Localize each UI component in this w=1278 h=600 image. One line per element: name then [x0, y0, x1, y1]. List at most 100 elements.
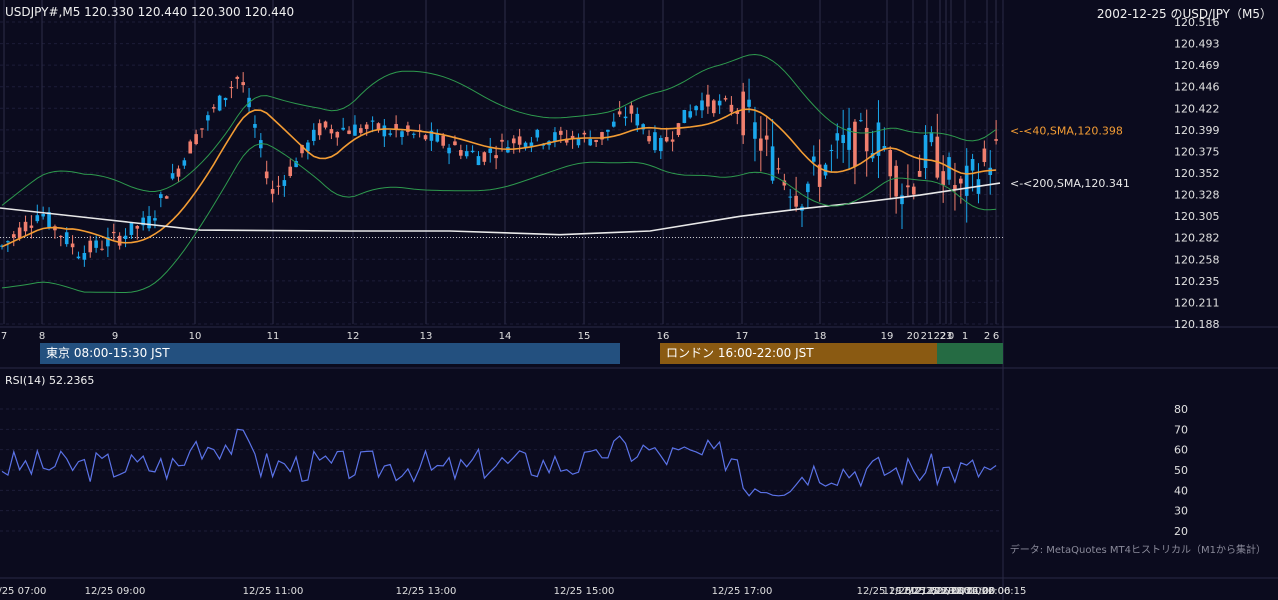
- bear-candle: [759, 138, 763, 151]
- bull-candle: [929, 132, 934, 143]
- price-tick-label: 120.188: [1174, 318, 1220, 331]
- bear-candle: [229, 86, 234, 89]
- bear-candle: [453, 141, 457, 146]
- time-tick-label: 2: [984, 331, 990, 342]
- bear-candle: [935, 136, 940, 178]
- bear-candle: [494, 155, 498, 159]
- time-tick-label: 13: [420, 331, 433, 342]
- bull-candle: [659, 138, 663, 152]
- bear-candle: [164, 196, 169, 199]
- bull-candle: [529, 142, 534, 147]
- bull-candle: [829, 149, 834, 151]
- bull-candle: [553, 132, 557, 142]
- bull-candle: [206, 115, 210, 121]
- bear-candle: [629, 105, 634, 114]
- bull-candle: [147, 215, 151, 229]
- bear-candle: [364, 124, 369, 129]
- bull-candle: [94, 240, 98, 248]
- bear-candle: [200, 128, 204, 130]
- bull-candle: [435, 133, 440, 142]
- bull-candle: [970, 159, 975, 171]
- rsi-tick-label: 40: [1174, 484, 1188, 497]
- price-tick-label: 120.446: [1174, 81, 1220, 94]
- time-tick-label: 1: [962, 331, 968, 342]
- bear-candle: [17, 227, 22, 239]
- price-tick-label: 120.352: [1174, 167, 1220, 180]
- bull-candle: [464, 151, 469, 157]
- rsi-time-tick-label: 12/25 09:00: [85, 586, 146, 597]
- time-tick-label: 15: [578, 331, 591, 342]
- bull-candle: [411, 133, 416, 135]
- bear-candle: [894, 165, 898, 197]
- time-tick-label: 14: [499, 331, 512, 342]
- bull-candle: [788, 196, 793, 198]
- bear-candle: [729, 104, 734, 112]
- bear-candle: [111, 231, 116, 234]
- bear-candle: [188, 141, 193, 154]
- bull-candle: [747, 99, 751, 107]
- bear-candle: [194, 134, 198, 145]
- bull-candle: [217, 95, 222, 111]
- bear-candle: [511, 138, 516, 144]
- bull-candle: [717, 100, 722, 106]
- bear-candle: [917, 170, 922, 177]
- bull-candle: [41, 214, 45, 217]
- bull-candle: [835, 133, 840, 141]
- symbol-info: USDJPY#,M5 120.330 120.440 120.300 120.4…: [5, 5, 295, 19]
- bear-candle: [359, 128, 363, 133]
- bull-candle: [388, 133, 393, 135]
- bear-candle: [647, 135, 651, 142]
- bull-candle: [129, 222, 134, 235]
- bear-candle: [235, 76, 240, 79]
- time-tick-label: 0: [948, 331, 954, 342]
- bull-candle: [623, 116, 628, 119]
- price-tick-label: 120.211: [1174, 296, 1220, 309]
- session-overlap-bar: [937, 343, 1003, 364]
- bull-candle: [700, 100, 704, 111]
- data-credit: データ: MetaQuotes MT4ヒストリカル（M1から集計）: [1009, 545, 1266, 556]
- time-tick-label: 17: [736, 331, 749, 342]
- bear-candle: [276, 185, 281, 187]
- bear-candle: [329, 129, 334, 134]
- bull-candle: [859, 120, 863, 122]
- bull-candle: [76, 256, 81, 259]
- time-tick-label: 18: [814, 331, 827, 342]
- bull-candle: [606, 129, 610, 132]
- bull-candle: [82, 253, 87, 260]
- bull-candle: [923, 134, 928, 169]
- price-axis: 120.516120.493120.469120.446120.422120.3…: [1174, 16, 1220, 331]
- bear-candle: [864, 127, 869, 152]
- bear-candle: [335, 131, 340, 138]
- bull-candle: [400, 131, 404, 137]
- bear-candle: [906, 185, 910, 188]
- price-tick-label: 120.328: [1174, 189, 1220, 202]
- bull-candle: [806, 183, 810, 193]
- rsi-time-tick-label: 12/26 06:15: [966, 586, 1027, 597]
- price-tick-label: 120.258: [1174, 253, 1220, 266]
- bull-candle: [253, 124, 257, 128]
- bear-candle: [59, 235, 63, 237]
- bear-candle: [794, 195, 798, 207]
- bear-candle: [776, 168, 781, 170]
- bear-candle: [441, 135, 445, 146]
- bear-candle: [911, 186, 916, 195]
- bear-candle: [582, 132, 587, 135]
- sma200-annotation: <-<200,SMA,120.341: [1010, 177, 1130, 190]
- rsi-time-tick-label: 12/25 15:00: [554, 586, 615, 597]
- bear-candle: [406, 125, 410, 132]
- bull-candle: [282, 180, 287, 186]
- rsi-tick-label: 70: [1174, 423, 1188, 436]
- bear-candle: [711, 100, 716, 114]
- rsi-time-tick-label: 12/25 17:00: [712, 586, 773, 597]
- rsi-tick-label: 60: [1174, 444, 1188, 457]
- time-tick-label: 6: [993, 331, 999, 342]
- bull-candle: [35, 215, 40, 222]
- bull-candle: [688, 111, 693, 118]
- time-tick-label: 7: [1, 331, 7, 342]
- time-tick-label: 16: [657, 331, 670, 342]
- price-tick-label: 120.375: [1174, 145, 1220, 158]
- bull-candle: [811, 156, 816, 162]
- bear-candle: [594, 139, 598, 142]
- rsi-time-tick-label: 12/25 11:00: [243, 586, 304, 597]
- bear-candle: [959, 178, 963, 184]
